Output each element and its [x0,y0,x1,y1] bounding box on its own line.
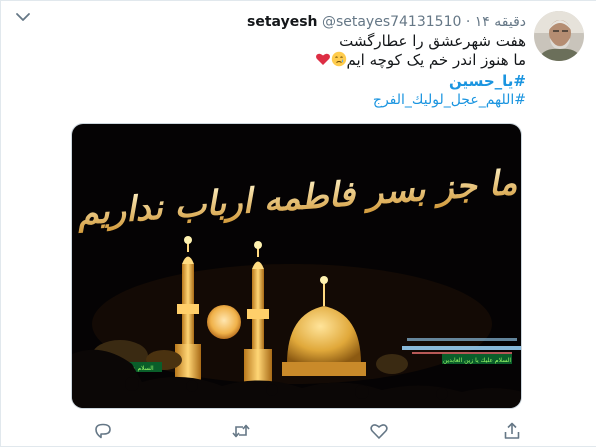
tweet-line-2: ما هنوز اندر خم یک کوچه ایم [346,51,527,69]
tweet-timestamp[interactable]: ۱۴ دقیقه [475,14,526,30]
retweet-icon[interactable] [231,421,251,441]
tweet-text: هفت شهرعشق را عطارگشت ما هنوز اندر خم یک… [66,32,526,110]
separator-dot: · [465,14,471,30]
chevron-down-icon[interactable] [15,11,31,23]
hashtag-allahumma-ajjil[interactable]: #اللهم_عجل_لولیك_الفرج [66,91,526,110]
author-handle[interactable]: @setayes74131510 [322,14,461,30]
share-icon[interactable] [502,421,522,441]
tweet-header: setayesh @setayes74131510 · ۱۴ دقیقه [247,12,526,32]
tweet-line-1: هفت شهرعشق را عطارگشت [339,32,526,50]
tweet-image[interactable]: ما جز بسر فاطمه ارباب نداریم السلام عليك… [71,123,522,409]
author-name[interactable]: setayesh [247,14,317,30]
heart-icon[interactable] [369,421,389,441]
crying-face-icon [331,51,347,72]
moon-icon [207,305,241,339]
reply-icon[interactable] [93,421,113,441]
banner-right-text: السلام عليك يا زين العابدين [443,357,511,364]
tweet-actions [71,421,522,441]
tweet-card[interactable]: setayesh @setayes74131510 · ۱۴ دقیقه هفت… [0,0,596,447]
hashtag-ya-hussain[interactable]: #یا_حسین [66,72,526,91]
tweet-line-2-row: ما هنوز اندر خم یک کوچه ایم [66,51,526,72]
avatar[interactable] [534,11,584,61]
red-heart-icon [315,51,331,72]
